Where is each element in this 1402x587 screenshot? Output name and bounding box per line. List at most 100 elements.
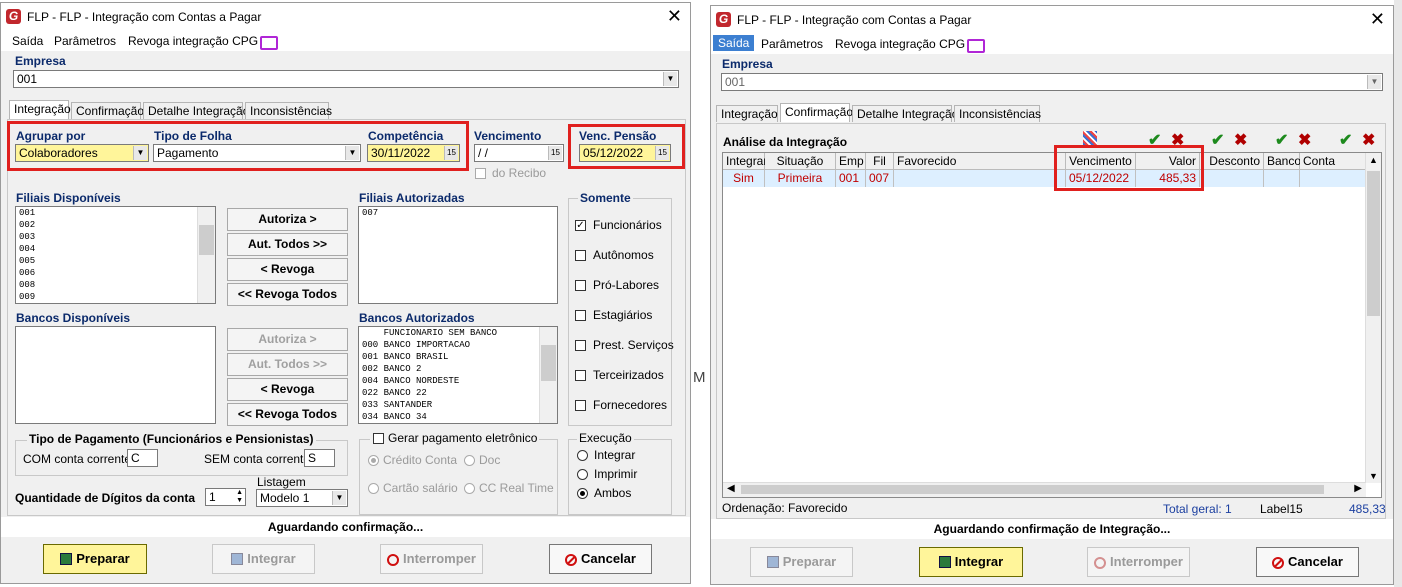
close-icon[interactable]: ✕ — [1370, 9, 1385, 29]
column-header[interactable]: Vencimento — [1066, 153, 1136, 170]
menu-revoga-cpg[interactable]: Revoga integração CPG — [835, 37, 965, 51]
bancos-autorizados-list[interactable]: FUNCIONARIO SEM BANCO 000 BANCO IMPORTAC… — [358, 326, 558, 424]
tab-integracao[interactable]: Integração — [9, 100, 71, 119]
menu-parametros[interactable]: Parâmetros — [761, 37, 823, 51]
do-recibo-checkbox[interactable] — [475, 168, 486, 179]
list-item[interactable]: 034 BANCO 34 — [359, 411, 557, 423]
gerar-pagamento-checkbox[interactable] — [373, 433, 384, 444]
uncheck-all-icon[interactable]: ✖ — [1298, 130, 1311, 150]
chevron-down-icon[interactable]: ▼ — [133, 146, 147, 160]
menu-saida[interactable]: Saída — [713, 35, 755, 51]
check-all-icon[interactable]: ✔ — [1339, 130, 1352, 150]
tab-inconsistencias[interactable]: Inconsistências — [954, 105, 1041, 122]
preparar-button[interactable]: Preparar — [43, 544, 147, 574]
competencia-input[interactable]: 30/11/2022 15 — [367, 144, 460, 162]
qtd-digitos-stepper[interactable]: 1 ▲ ▼ — [205, 488, 246, 506]
cell-banco[interactable] — [1264, 170, 1300, 187]
tab-confirmacao[interactable]: Confirmação — [780, 103, 853, 122]
revoga-button[interactable]: < Revoga — [227, 258, 348, 281]
menu-revoga-cpg[interactable]: Revoga integração CPG — [128, 34, 258, 48]
fornecedores-checkbox[interactable] — [575, 400, 586, 411]
doc-radio[interactable] — [464, 455, 475, 466]
integrar-button[interactable]: Integrar — [212, 544, 315, 574]
cell-favorecido[interactable] — [894, 170, 1066, 187]
tab-confirmacao[interactable]: Confirmação — [71, 102, 144, 119]
list-item[interactable]: 000 BANCO IMPORTACAO — [359, 339, 557, 351]
venc-pensao-input[interactable]: 05/12/2022 15 — [579, 144, 671, 162]
cc-real-time-radio[interactable] — [464, 483, 475, 494]
filiais-disponiveis-list[interactable]: 001 002 003 004 005 006 008 009 — [15, 206, 216, 304]
column-header[interactable]: Desconto — [1200, 153, 1264, 170]
calendar-icon[interactable]: 15 — [655, 146, 669, 160]
scrollbar[interactable] — [539, 327, 557, 423]
chevron-down-icon[interactable]: ▼ — [345, 146, 359, 160]
interromper-button[interactable]: Interromper — [380, 544, 483, 574]
revoga-todos-bancos-button[interactable]: << Revoga Todos — [227, 403, 348, 426]
list-item[interactable]: 008 — [16, 279, 215, 291]
list-item[interactable]: 005 — [16, 255, 215, 267]
cell-vencimento[interactable]: 05/12/2022 — [1066, 170, 1136, 187]
column-header[interactable]: Valor — [1136, 153, 1200, 170]
revoga-todos-button[interactable]: << Revoga Todos — [227, 283, 348, 306]
tipo-folha-select[interactable]: Pagamento ▼ — [153, 144, 361, 162]
chevron-left-icon[interactable]: ◀ — [727, 483, 735, 494]
uncheck-all-icon[interactable]: ✖ — [1234, 130, 1247, 150]
list-item[interactable]: 007 — [359, 207, 557, 219]
grid-hscroll[interactable]: ◀ ▶ — [723, 482, 1366, 497]
cell-situacao[interactable]: Primeira — [765, 170, 836, 187]
list-item[interactable]: 004 — [16, 243, 215, 255]
list-item[interactable]: 033 SANTANDER — [359, 399, 557, 411]
list-item[interactable]: FUNCIONARIO SEM BANCO — [359, 327, 557, 339]
chevron-right-icon[interactable]: ▶ — [1354, 483, 1362, 494]
monitor-icon[interactable] — [967, 39, 985, 53]
integrar-radio[interactable] — [577, 450, 588, 461]
cell-fil[interactable]: 007 — [866, 170, 894, 187]
bancos-disponiveis-list[interactable] — [15, 326, 216, 424]
autoriza-bancos-button[interactable]: Autoriza > — [227, 328, 348, 351]
check-all-icon[interactable]: ✔ — [1275, 130, 1288, 150]
column-header[interactable]: Situação — [765, 153, 836, 170]
chevron-down-icon[interactable]: ▼ — [1367, 75, 1381, 89]
column-header[interactable]: Conta — [1300, 153, 1367, 170]
column-header[interactable]: Banco — [1264, 153, 1301, 170]
monitor-icon[interactable] — [260, 36, 278, 50]
preparar-button[interactable]: Preparar — [750, 547, 853, 577]
uncheck-all-icon[interactable]: ✖ — [1362, 130, 1375, 150]
list-item[interactable]: 004 BANCO NORDESTE — [359, 375, 557, 387]
pro-labores-checkbox[interactable] — [575, 280, 586, 291]
com-conta-input[interactable]: C — [127, 449, 158, 467]
sem-conta-input[interactable]: S — [304, 449, 335, 467]
ambos-radio[interactable] — [577, 488, 588, 499]
chevron-down-icon[interactable]: ▼ — [1369, 471, 1378, 481]
interromper-button[interactable]: Interromper — [1087, 547, 1190, 577]
list-item[interactable]: 022 BANCO 22 — [359, 387, 557, 399]
column-header[interactable]: Integrar — [723, 153, 767, 170]
imprimir-radio[interactable] — [577, 469, 588, 480]
autonomos-checkbox[interactable] — [575, 250, 586, 261]
list-item[interactable]: 006 — [16, 267, 215, 279]
cell-valor[interactable]: 485,33 — [1136, 170, 1200, 187]
menu-parametros[interactable]: Parâmetros — [54, 34, 116, 48]
terceirizados-checkbox[interactable] — [575, 370, 586, 381]
column-header[interactable]: Favorecido — [894, 153, 1066, 170]
tab-detalhe[interactable]: Detalhe Integração — [143, 102, 249, 119]
list-item[interactable]: 003 — [16, 231, 215, 243]
autoriza-button[interactable]: Autoriza > — [227, 208, 348, 231]
filiais-autorizadas-list[interactable]: 007 — [358, 206, 558, 304]
chevron-down-icon[interactable]: ▼ — [332, 491, 346, 505]
listagem-select[interactable]: Modelo 1 ▼ — [256, 489, 348, 507]
analise-grid[interactable]: Integrar Situação Emp Fil Favorecido Ven… — [722, 152, 1382, 498]
agrupar-select[interactable]: Colaboradores ▼ — [15, 144, 149, 162]
menu-saida[interactable]: Saída — [12, 34, 43, 48]
spin-arrows-icon[interactable]: ▲ ▼ — [236, 489, 243, 505]
tab-detalhe[interactable]: Detalhe Integração — [852, 105, 958, 122]
aut-todos-bancos-button[interactable]: Aut. Todos >> — [227, 353, 348, 376]
close-icon[interactable]: ✕ — [667, 6, 682, 26]
empresa-select[interactable]: 001 ▼ — [721, 73, 1383, 91]
cell-integrar[interactable]: Sim — [723, 170, 765, 187]
calendar-icon[interactable]: 15 — [548, 146, 562, 160]
integrar-button[interactable]: Integrar — [919, 547, 1023, 577]
calendar-icon[interactable]: 15 — [444, 146, 458, 160]
estagiarios-checkbox[interactable] — [575, 310, 586, 321]
funcionarios-checkbox[interactable]: ✓ — [575, 220, 586, 231]
